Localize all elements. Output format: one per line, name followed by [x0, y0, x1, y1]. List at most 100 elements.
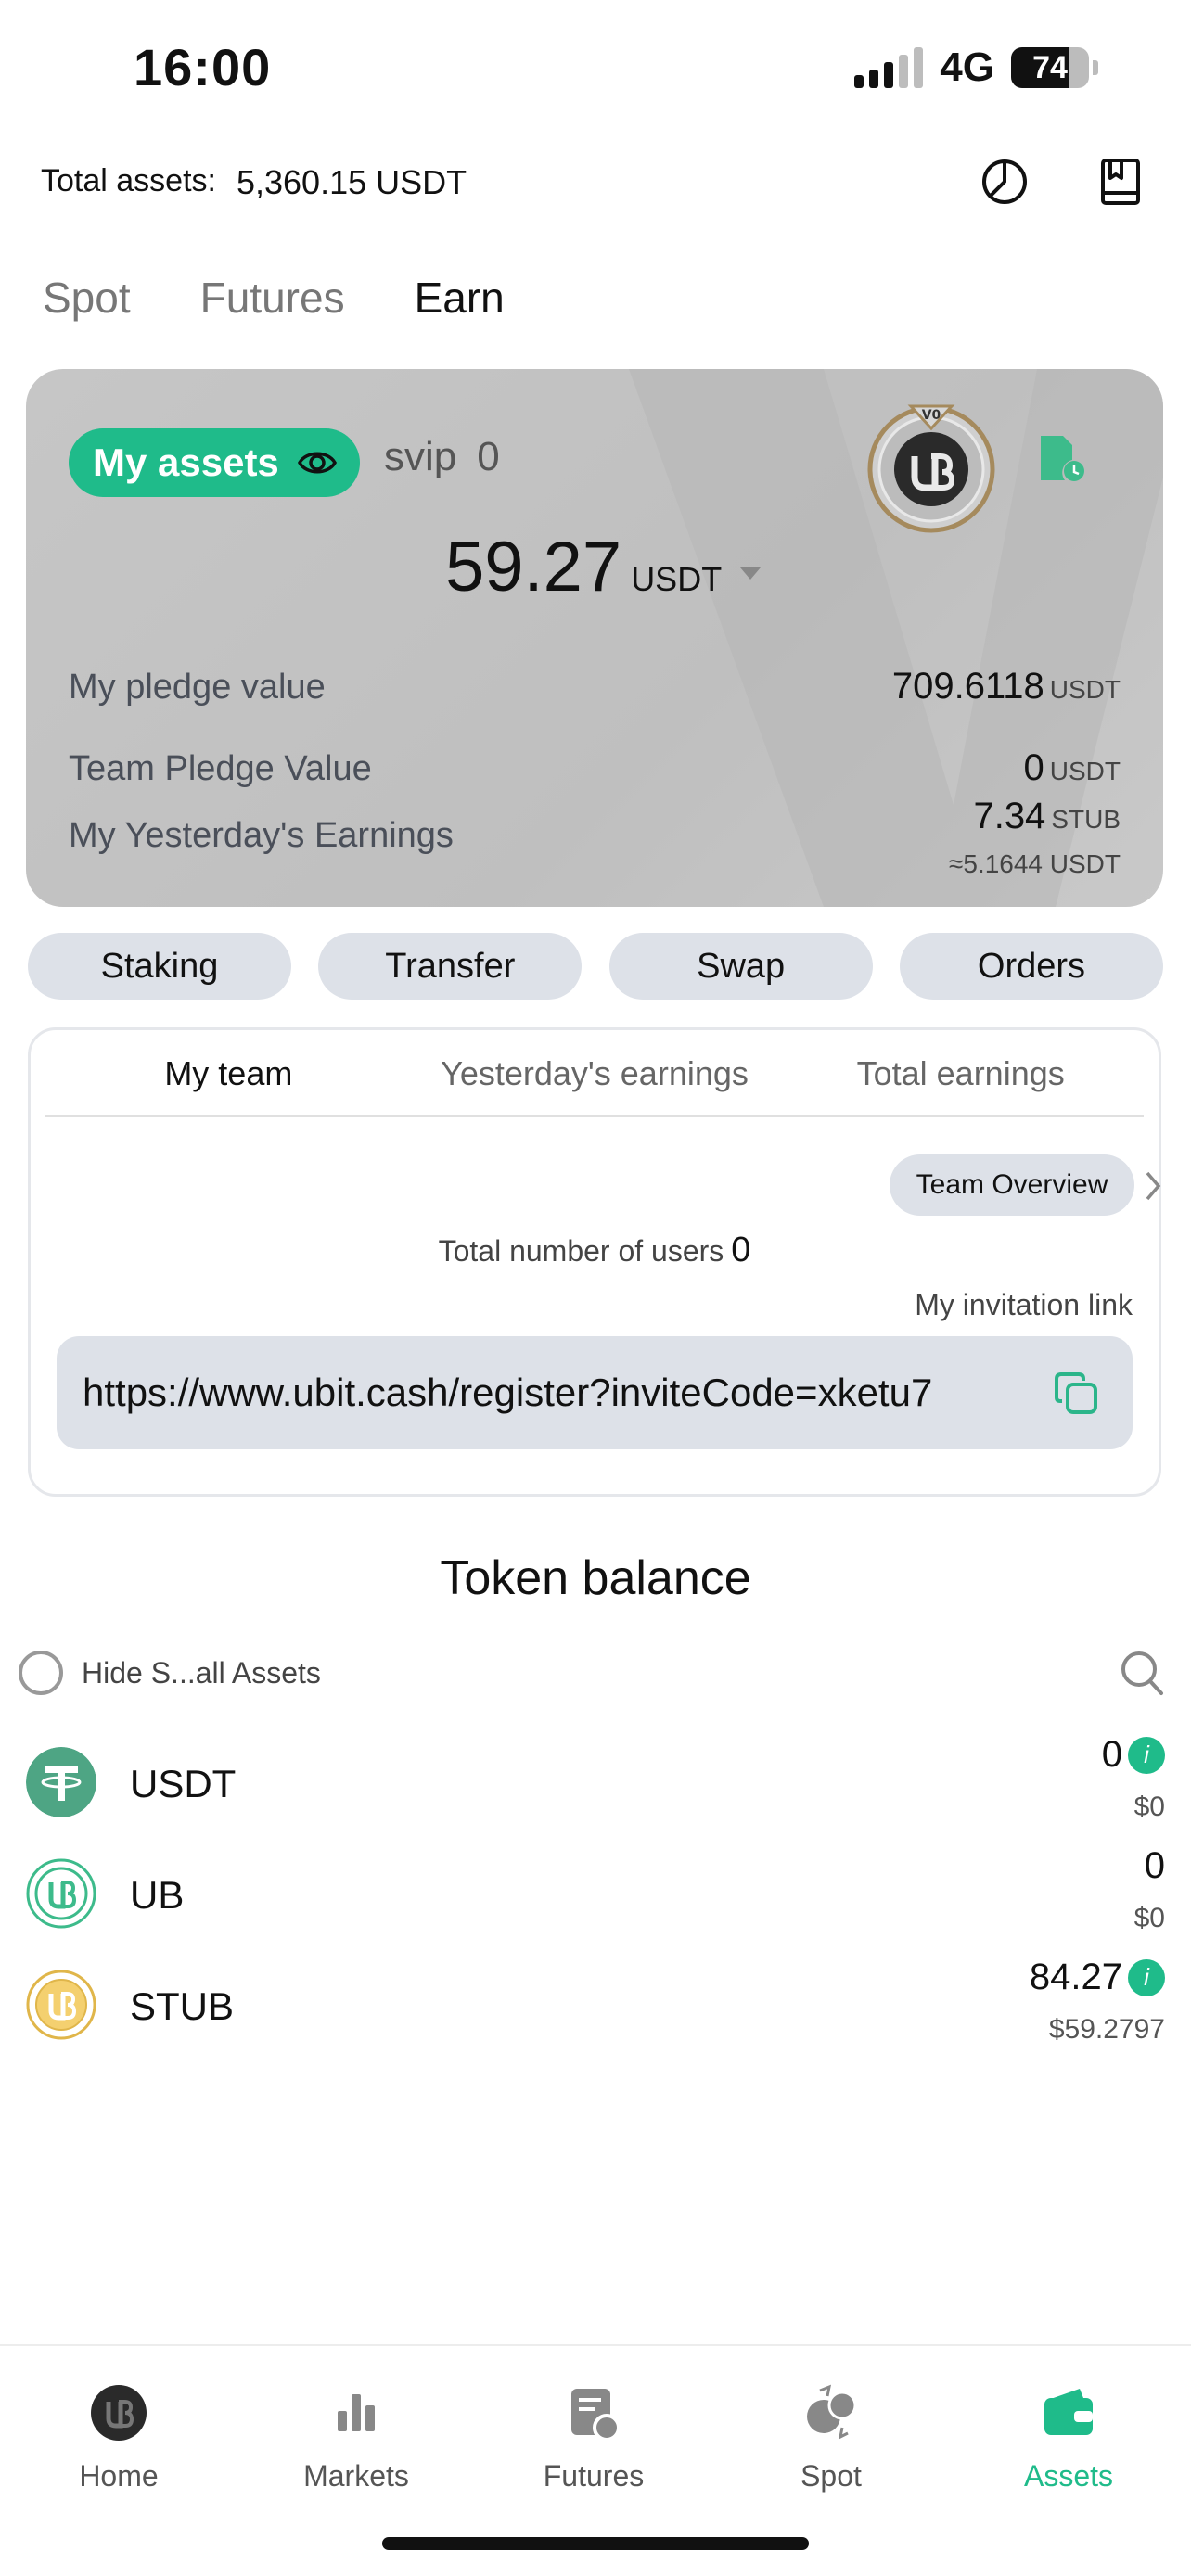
eye-icon[interactable] [297, 445, 338, 480]
pie-chart-icon[interactable] [979, 156, 1031, 208]
token-row-ub[interactable]: UB 0 $0 [26, 1845, 1165, 1938]
info-icon[interactable]: i [1128, 1736, 1165, 1774]
tab-futures[interactable]: Futures [200, 273, 345, 323]
hide-small-assets-label: Hide S...all Assets [82, 1655, 321, 1690]
earn-total-amount: 59.27 USDT [445, 527, 762, 607]
network-type: 4G [940, 45, 994, 90]
chevron-right-icon[interactable] [1142, 1169, 1164, 1203]
home-indicator[interactable] [382, 2537, 809, 2550]
yesterday-earnings-value: 7.34 [973, 796, 1046, 836]
status-time: 16:00 [134, 38, 272, 96]
staking-button[interactable]: Staking [28, 933, 291, 1000]
tab-total-earnings[interactable]: Total earnings [777, 1030, 1144, 1115]
invitation-link-label: My invitation link [915, 1288, 1133, 1321]
pledge-label: My pledge value [69, 668, 326, 707]
nav-futures[interactable]: Futures [501, 2383, 686, 2493]
home-icon [91, 2385, 147, 2441]
team-pledge-unit: USDT [1049, 757, 1121, 785]
transfer-button[interactable]: Transfer [318, 933, 583, 1000]
copy-icon[interactable] [1053, 1370, 1101, 1418]
total-assets-label: Total assets: [41, 163, 216, 198]
svip-label: svip [384, 434, 457, 479]
yesterday-earnings-label: My Yesterday's Earnings [69, 816, 454, 855]
token-amount: 84.27 i [1030, 1957, 1165, 1998]
vip-ring-badge-icon: V0 [867, 404, 995, 533]
yesterday-earnings-unit: STUB [1051, 805, 1121, 834]
orders-button[interactable]: Orders [899, 933, 1163, 1000]
swap-button[interactable]: Swap [608, 933, 873, 1000]
svip-value: 0 [477, 434, 500, 479]
total-assets-value: 5,360.15 USDT [236, 163, 467, 201]
cellular-signal-icon [854, 47, 924, 88]
nav-label: Futures [543, 2459, 645, 2493]
hide-small-assets-radio[interactable] [19, 1651, 63, 1695]
team-pledge-value: 0 [1023, 747, 1044, 788]
earn-amount-value: 59.27 [445, 528, 622, 606]
token-amount-value: 0 [1101, 1734, 1122, 1775]
info-icon[interactable]: i [1128, 1958, 1165, 1996]
yesterday-earnings-approx: ≈5.1644 USDT [948, 849, 1121, 878]
nav-markets[interactable]: Markets [263, 2383, 449, 2493]
my-assets-label: My assets [93, 440, 279, 484]
document-clock-icon[interactable] [1037, 432, 1085, 484]
team-tabs: My team Yesterday's earnings Total earni… [45, 1030, 1144, 1117]
total-assets: Total assets: 5,360.15 USDT [41, 163, 467, 202]
action-buttons: Staking Transfer Swap Orders [28, 933, 1163, 1000]
hide-small-assets-toggle[interactable]: Hide S...all Assets [19, 1651, 321, 1695]
nav-label: Home [79, 2459, 159, 2493]
battery-level: 74 [1032, 49, 1068, 85]
battery-tip [1093, 60, 1098, 75]
svip-level: svip 0 [384, 434, 500, 480]
token-name: STUB [130, 1984, 235, 2028]
token-amount: 0 [1145, 1845, 1165, 1887]
earn-summary-card: My assets svip 0 V0 59.27 USDT My pledge… [26, 369, 1163, 907]
nav-assets[interactable]: Assets [976, 2383, 1161, 2493]
wallet-icon [1044, 2389, 1093, 2435]
token-balance-title: Token balance [440, 1551, 751, 1605]
total-users-count: 0 [731, 1231, 751, 1269]
status-indicators: 4G 74 [854, 45, 1098, 91]
battery-icon: 74 [1011, 47, 1089, 88]
team-overview-button[interactable]: Team Overview [890, 1154, 1134, 1216]
badge-level-text: V0 [922, 408, 941, 423]
token-name: UB [130, 1873, 185, 1917]
total-users: Total number of users 0 [31, 1231, 1159, 1270]
team-panel: My team Yesterday's earnings Total earni… [28, 1027, 1161, 1497]
token-usd-value: $59.2797 [1048, 2014, 1165, 2045]
token-row-usdt[interactable]: USDT 0 i $0 [26, 1734, 1165, 1827]
invitation-link-box: https://www.ubit.cash/register?inviteCod… [57, 1336, 1133, 1449]
token-amount-value: 84.27 [1029, 1957, 1122, 1997]
markets-icon [338, 2394, 375, 2431]
tab-earn[interactable]: Earn [415, 273, 505, 323]
token-amount-value: 0 [1144, 1845, 1165, 1886]
search-icon[interactable] [1119, 1649, 1165, 1697]
team-pledge-label: Team Pledge Value [69, 749, 372, 788]
ledger-book-icon[interactable] [1095, 156, 1146, 208]
token-usd-value: $0 [1133, 1792, 1165, 1822]
my-assets-toggle[interactable]: My assets [69, 428, 360, 497]
currency-dropdown-icon[interactable] [740, 567, 762, 580]
futures-icon [571, 2389, 621, 2442]
asset-tabs: Spot Futures Earn [43, 273, 505, 323]
total-users-label: Total number of users [438, 1234, 724, 1268]
pledge-value: 709.6118 [891, 666, 1044, 707]
pledge-value-row: My pledge value 709.6118 USDT [69, 666, 1121, 708]
status-bar: 16:00 4G 74 [0, 0, 1191, 139]
tab-spot[interactable]: Spot [43, 273, 131, 323]
stub-logo-icon [26, 1970, 96, 2040]
nav-label: Assets [1023, 2459, 1114, 2493]
token-name: USDT [130, 1762, 237, 1805]
invitation-link-text: https://www.ubit.cash/register?inviteCod… [83, 1371, 933, 1414]
nav-label: Spot [800, 2459, 862, 2493]
token-row-stub[interactable]: STUB 84.27 i $59.2797 [26, 1957, 1165, 2049]
team-pledge-row: Team Pledge Value 0 USDT [69, 747, 1121, 789]
pledge-unit: USDT [1049, 675, 1121, 704]
token-amount: 0 i [1102, 1734, 1165, 1776]
tab-my-team[interactable]: My team [45, 1030, 412, 1115]
nav-spot[interactable]: Spot [738, 2383, 924, 2493]
tab-yesterdays-earnings[interactable]: Yesterday's earnings [412, 1030, 778, 1115]
usdt-logo-icon [26, 1747, 96, 1817]
nav-label: Markets [303, 2459, 409, 2493]
nav-home[interactable]: Home [26, 2383, 211, 2493]
earn-amount-unit[interactable]: USDT [631, 560, 722, 599]
